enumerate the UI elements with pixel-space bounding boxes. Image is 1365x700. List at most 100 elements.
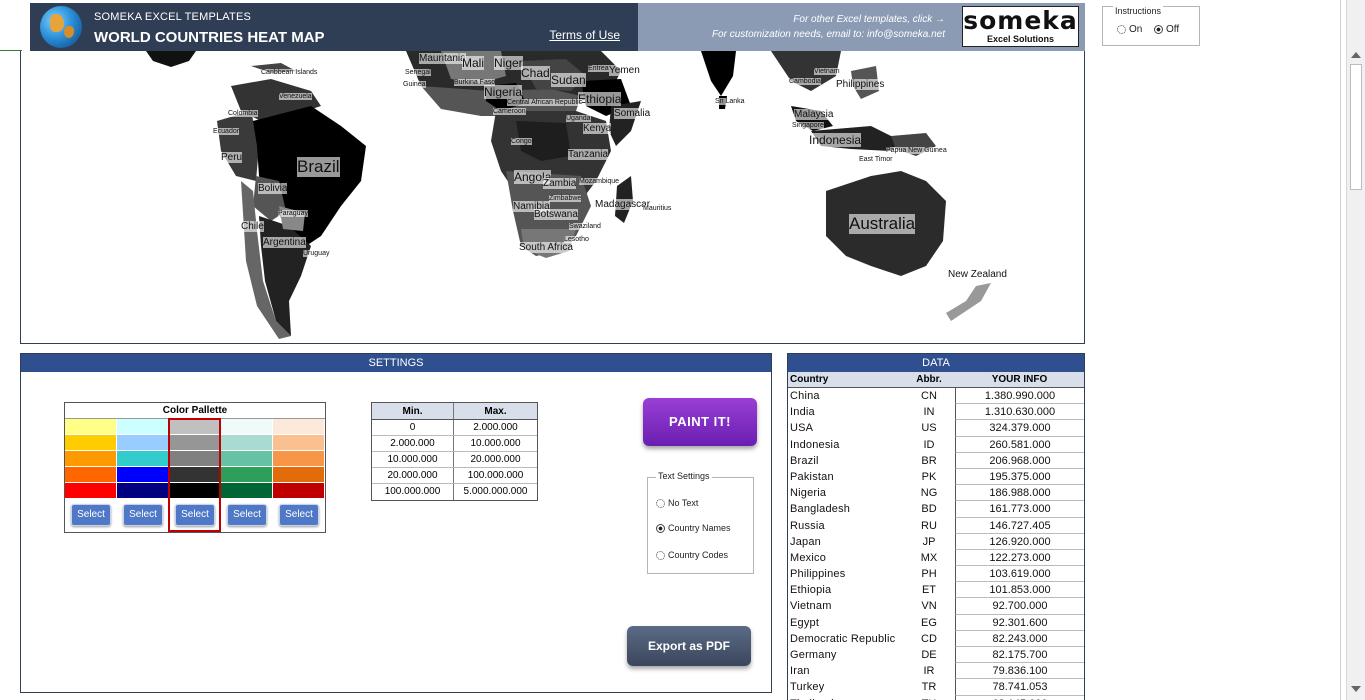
select-palette-2-button[interactable]: Select xyxy=(123,504,163,526)
map-label-new-zealand: New Zealand xyxy=(948,269,1007,280)
info-cell[interactable]: 82.175.700 xyxy=(955,647,1084,664)
info-cell[interactable]: 126.920.000 xyxy=(955,533,1084,550)
abbr-cell: BR xyxy=(921,454,937,467)
someka-logo[interactable]: someka Excel Solutions xyxy=(962,6,1079,47)
select-palette-3-button[interactable]: Select xyxy=(175,504,215,526)
other-templates-link[interactable]: For other Excel templates, click → xyxy=(793,14,945,25)
info-cell[interactable]: 161.773.000 xyxy=(955,501,1084,518)
map-label-indonesia: Indonesia xyxy=(809,133,862,147)
export-pdf-button[interactable]: Export as PDF xyxy=(627,626,751,666)
country-cell: Indonesia xyxy=(790,438,840,451)
logo-tagline: Excel Solutions xyxy=(986,34,1055,44)
info-cell[interactable]: 186.988.000 xyxy=(955,485,1084,502)
instructions-on-option[interactable]: On xyxy=(1117,24,1142,35)
range-max-cell[interactable]: 20.000.000 xyxy=(454,452,537,467)
table-row: Philippines PH 103.619.000 xyxy=(788,566,1084,583)
info-cell[interactable]: 103.619.000 xyxy=(955,566,1084,583)
info-cell[interactable]: 122.273.000 xyxy=(955,549,1084,567)
palette-swatch xyxy=(117,483,169,499)
range-row: 2.000.000 10.000.000 xyxy=(372,436,537,452)
radio-checked-icon xyxy=(1154,25,1163,34)
info-cell[interactable]: 101.853.000 xyxy=(955,582,1084,599)
palette-swatch xyxy=(169,467,221,483)
map-label-bolivia: Bolivia xyxy=(258,183,288,194)
paint-it-button[interactable]: PAINT IT! xyxy=(643,398,757,446)
header-promo-area: For other Excel templates, click → For c… xyxy=(638,3,1085,51)
info-cell[interactable]: 92.700.000 xyxy=(955,598,1084,615)
select-palette-5-button[interactable]: Select xyxy=(279,504,319,526)
range-max-cell[interactable]: 100.000.000 xyxy=(454,468,537,483)
range-max-cell[interactable]: 2.000.000 xyxy=(454,420,537,435)
map-label-australia: Australia xyxy=(849,214,916,234)
terms-of-use-link[interactable]: Terms of Use xyxy=(549,28,620,42)
abbr-cell: IN xyxy=(923,406,935,419)
country-cell: Egypt xyxy=(790,616,820,629)
radio-unchecked-icon xyxy=(656,498,665,508)
map-label-east-timor: East Timor xyxy=(859,156,893,163)
scroll-up-arrow-icon[interactable] xyxy=(1351,52,1361,58)
map-label-somalia: Somalia xyxy=(614,108,651,119)
no-text-label: No Text xyxy=(668,498,699,508)
range-min-cell[interactable]: 0 xyxy=(372,420,454,435)
palette-swatch xyxy=(221,467,273,483)
info-cell[interactable]: 260.581.000 xyxy=(955,436,1084,453)
palette-swatch xyxy=(65,435,117,451)
range-max-cell[interactable]: 10.000.000 xyxy=(454,436,537,451)
range-min-cell[interactable]: 10.000.000 xyxy=(372,452,454,467)
info-cell[interactable]: 1.310.630.000 xyxy=(955,404,1084,421)
map-label-sri-lanka: Sri Lanka xyxy=(715,98,745,105)
abbr-cell: NG xyxy=(920,487,938,500)
map-label-tanzania: Tanzania xyxy=(568,149,609,160)
info-cell[interactable]: 146.727.405 xyxy=(955,517,1084,534)
info-cell[interactable]: 68.145.000 xyxy=(955,695,1084,700)
country-cell: Mexico xyxy=(790,551,827,564)
range-max-cell[interactable]: 5.000.000.000 xyxy=(454,484,537,500)
table-row: Vietnam VN 92.700.000 xyxy=(788,598,1084,615)
brand-name: SOMEKA EXCEL TEMPLATES xyxy=(94,11,252,23)
info-cell[interactable]: 92.301.600 xyxy=(955,614,1084,631)
country-names-option[interactable]: Country Names xyxy=(656,523,731,533)
max-header: Max. xyxy=(484,406,507,417)
country-column-header: Country xyxy=(790,374,829,385)
range-min-cell[interactable]: 2.000.000 xyxy=(372,436,454,451)
table-row: Nigeria NG 186.988.000 xyxy=(788,485,1084,502)
abbr-cell: VN xyxy=(921,600,937,613)
select-palette-1-button[interactable]: Select xyxy=(71,504,111,526)
map-label-congo: Congo xyxy=(511,138,532,145)
palette-swatch xyxy=(117,451,169,467)
range-min-cell[interactable]: 20.000.000 xyxy=(372,468,454,483)
info-cell[interactable]: 82.243.000 xyxy=(955,630,1084,647)
table-row: Japan JP 126.920.000 xyxy=(788,533,1084,550)
no-text-option[interactable]: No Text xyxy=(656,498,698,508)
radio-unchecked-icon xyxy=(656,550,665,560)
palette-swatch xyxy=(117,435,169,451)
map-label-mauritius: Mauritius xyxy=(643,205,672,212)
info-cell[interactable]: 206.968.000 xyxy=(955,452,1084,469)
range-min-cell[interactable]: 100.000.000 xyxy=(372,484,454,500)
palette-swatch xyxy=(273,419,325,435)
map-label-chile: Chile xyxy=(241,221,264,232)
instructions-off-option[interactable]: Off xyxy=(1154,24,1179,35)
info-cell[interactable]: 1.380.990.000 xyxy=(955,388,1084,405)
palette-swatch xyxy=(169,435,221,451)
palette-swatch xyxy=(65,451,117,467)
info-cell[interactable]: 324.379.000 xyxy=(955,420,1084,437)
info-cell[interactable]: 79.836.100 xyxy=(955,663,1084,680)
country-cell: Ethiopia xyxy=(790,584,832,597)
abbr-cell: CD xyxy=(921,632,937,645)
table-row: India IN 1.310.630.000 xyxy=(788,404,1084,421)
info-cell[interactable]: 195.375.000 xyxy=(955,468,1084,486)
select-palette-4-button[interactable]: Select xyxy=(227,504,267,526)
country-codes-option[interactable]: Country Codes xyxy=(656,550,728,560)
settings-panel: SETTINGS Color Pallette Select Select Se… xyxy=(20,353,772,693)
info-cell[interactable]: 78.741.053 xyxy=(955,679,1084,696)
map-label-vietnam: Vietnam xyxy=(814,68,840,75)
scrollbar-thumb[interactable] xyxy=(1350,64,1362,190)
scroll-down-arrow-icon[interactable] xyxy=(1351,686,1361,692)
map-label-niger: Niger xyxy=(494,56,523,70)
world-heat-map: Brazil Bolivia Peru Chile Argentina Para… xyxy=(20,51,1085,344)
map-label-eritrea: Eritrea xyxy=(588,65,609,72)
map-label-swaziland: Swaziland xyxy=(569,223,601,230)
info-column-header: YOUR INFO xyxy=(991,374,1048,385)
vertical-scrollbar[interactable] xyxy=(1346,0,1365,700)
